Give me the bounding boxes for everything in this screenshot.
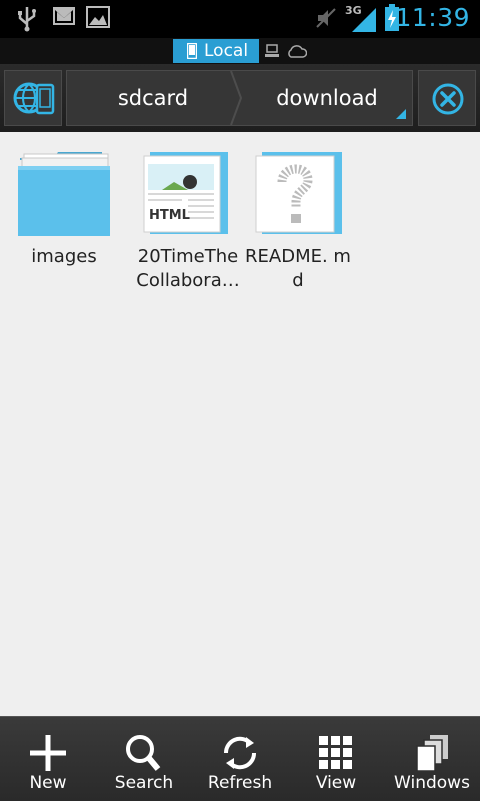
bottom-toolbar: New Search Refresh View Windows bbox=[0, 716, 480, 801]
tab-local-label: Local bbox=[204, 41, 249, 61]
image-icon bbox=[86, 6, 110, 28]
globe-phone-icon bbox=[13, 82, 55, 115]
grid-view-icon bbox=[319, 736, 352, 769]
refresh-label: Refresh bbox=[207, 773, 273, 793]
file-item-readme[interactable]: README. md bbox=[242, 146, 354, 293]
lan-icon[interactable] bbox=[265, 44, 279, 58]
breadcrumb: sdcard download bbox=[66, 70, 413, 126]
refresh-icon bbox=[223, 736, 257, 770]
file-item-html[interactable]: HTML 20TimeThe Collabora… bbox=[132, 146, 244, 293]
file-name: 20TimeThe Collabora… bbox=[136, 246, 240, 291]
mute-icon bbox=[316, 8, 336, 28]
file-item-images[interactable]: images bbox=[8, 146, 120, 269]
view-button[interactable]: View bbox=[288, 717, 384, 801]
signal-icon bbox=[352, 8, 376, 32]
clock: 11:39 bbox=[395, 3, 470, 32]
search-button[interactable]: Search bbox=[96, 717, 192, 801]
breadcrumb-item-download[interactable]: download bbox=[243, 71, 411, 125]
windows-icon bbox=[416, 735, 448, 771]
unknown-file-icon bbox=[242, 146, 354, 242]
cloud-icon[interactable] bbox=[287, 45, 307, 58]
storage-switch-button[interactable] bbox=[4, 70, 62, 126]
view-label: View bbox=[315, 773, 357, 793]
windows-button[interactable]: Windows bbox=[384, 717, 480, 801]
new-button[interactable]: New bbox=[0, 717, 96, 801]
toolbar: sdcard download bbox=[0, 64, 480, 132]
folder-icon bbox=[8, 146, 120, 242]
phone-icon bbox=[187, 43, 197, 59]
windows-label: Windows bbox=[394, 773, 470, 793]
close-window-button[interactable] bbox=[418, 70, 476, 126]
dropdown-corner-icon[interactable] bbox=[396, 109, 406, 119]
plus-icon bbox=[30, 735, 66, 771]
html-file-icon: HTML bbox=[132, 146, 244, 242]
refresh-button[interactable]: Refresh bbox=[192, 717, 288, 801]
html-badge: HTML bbox=[149, 208, 190, 223]
search-label: Search bbox=[114, 773, 174, 793]
new-label: New bbox=[29, 773, 67, 793]
status-bar: 3G 11:39 bbox=[0, 0, 480, 38]
location-strip: Local bbox=[0, 38, 480, 64]
breadcrumb-separator bbox=[230, 71, 243, 125]
file-name: images bbox=[31, 246, 97, 267]
usb-icon bbox=[18, 7, 36, 32]
close-icon bbox=[432, 83, 464, 115]
gmail-icon bbox=[53, 7, 75, 25]
breadcrumb-item-sdcard[interactable]: sdcard bbox=[67, 71, 239, 125]
tab-local[interactable]: Local bbox=[173, 39, 259, 63]
search-icon bbox=[126, 735, 161, 771]
file-name: README. md bbox=[245, 246, 351, 291]
